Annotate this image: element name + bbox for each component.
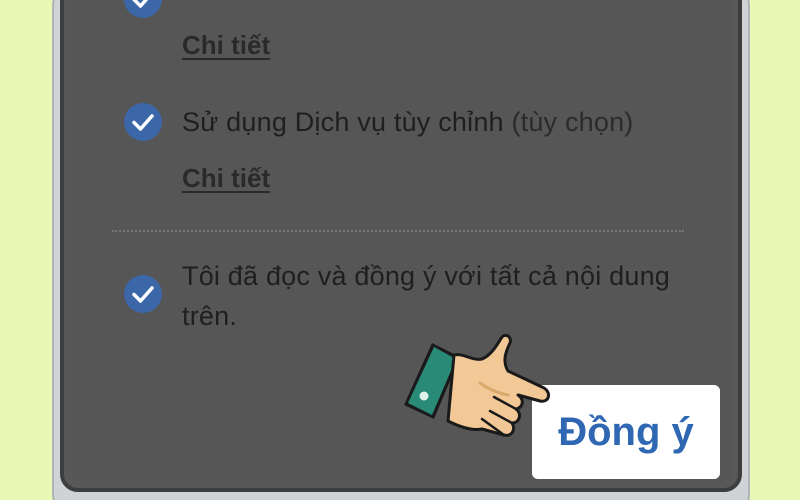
detail-link-2[interactable]: Chi tiết	[182, 163, 270, 194]
pointing-hand-icon	[404, 333, 550, 437]
check-icon[interactable]	[124, 275, 162, 313]
divider	[112, 230, 684, 232]
check-icon[interactable]	[124, 103, 162, 141]
custom-service-text: Sử dụng Dịch vụ tùy chỉnh	[182, 107, 504, 137]
agree-all-line2: trên.	[182, 301, 238, 331]
optional-suffix: (tùy chọn)	[511, 107, 634, 137]
agree-all-label: Tôi đã đọc và đồng ý với tất cả nội dung…	[182, 256, 670, 336]
check-icon[interactable]	[124, 0, 162, 18]
custom-service-label: Sử dụng Dịch vụ tùy chỉnh (tùy chọn)	[182, 102, 634, 142]
agree-all-line1: Tôi đã đọc và đồng ý với tất cả nội dung	[182, 261, 671, 291]
detail-link-1[interactable]: Chi tiết	[182, 30, 270, 61]
